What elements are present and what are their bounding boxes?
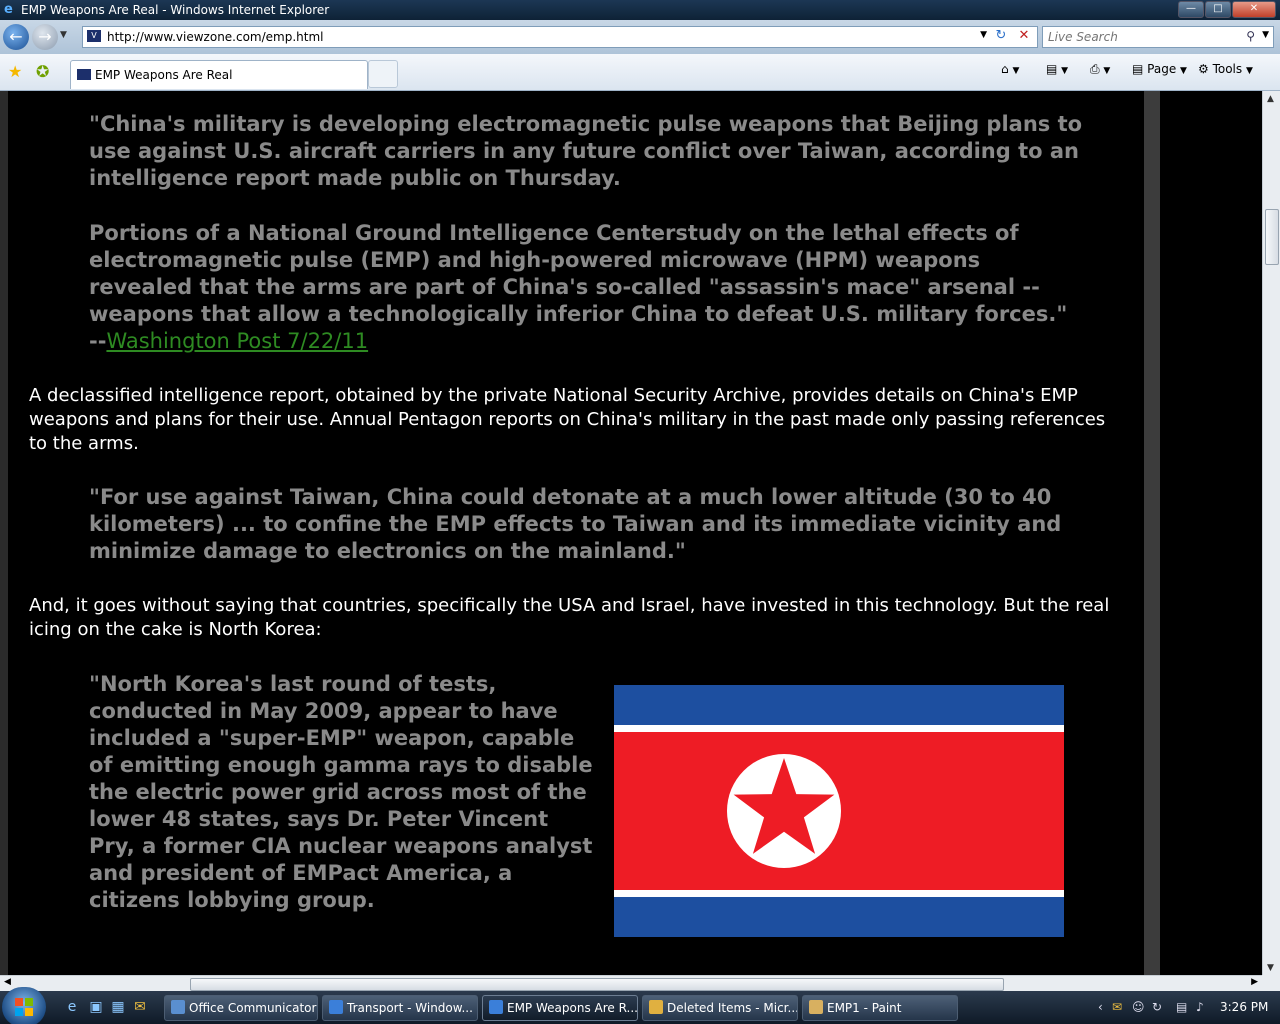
scroll-down-icon[interactable]: ▼ (1267, 963, 1274, 973)
forward-button[interactable]: → (32, 24, 58, 50)
tray-communicator-icon[interactable]: ☺ (1132, 1000, 1145, 1014)
vertical-scroll-thumb[interactable] (1265, 209, 1279, 265)
taskbar-item-emp-weapons[interactable]: EMP Weapons Are R... (482, 995, 638, 1021)
new-tab-button[interactable] (368, 60, 398, 88)
quicklaunch-switch-windows-icon[interactable]: ▦ (110, 999, 126, 1015)
windows-logo-icon (15, 998, 33, 1016)
scroll-left-icon[interactable]: ◀ (4, 977, 11, 987)
back-button[interactable]: ← (3, 24, 29, 50)
search-box[interactable]: ⚲ ▼ (1042, 26, 1274, 48)
print-icon[interactable]: ⎙ ▼ (1090, 62, 1110, 77)
north-korea-flag-image (614, 685, 1064, 937)
quicklaunch-desktop-icon[interactable]: ▣ (88, 999, 104, 1015)
tray-expand-icon[interactable]: ‹ (1098, 1000, 1103, 1014)
quote-taiwan-altitude: "For use against Taiwan, China could det… (89, 485, 1062, 563)
search-input[interactable] (1046, 29, 1246, 45)
taskbar-item-label: Office Communicator (189, 1001, 317, 1015)
search-icon[interactable]: ⚲ (1246, 29, 1255, 43)
page-menu[interactable]: ▤ Page ▼ (1132, 62, 1187, 76)
horizontal-scroll-thumb[interactable] (190, 978, 1004, 991)
close-button[interactable]: ✕ (1232, 1, 1276, 18)
recent-pages-dropdown-icon[interactable]: ▼ (60, 30, 67, 40)
address-dropdown-icon[interactable]: ▼ (980, 30, 987, 40)
tray-sync-icon[interactable]: ↻ (1152, 1000, 1162, 1014)
tools-menu-label: Tools (1212, 62, 1243, 76)
taskbar-item-label: Transport - Window... (347, 1001, 473, 1015)
page-menu-label: Page (1147, 62, 1177, 76)
navigation-bar: ← → ▼ V http://www.viewzone.com/emp.html… (0, 20, 1280, 54)
start-button[interactable] (2, 987, 46, 1024)
search-options-dropdown-icon[interactable]: ▼ (1262, 30, 1269, 40)
stop-icon[interactable]: ✕ (1015, 28, 1033, 45)
window-controls: — □ ✕ (1177, 1, 1276, 18)
maximize-button[interactable]: □ (1205, 1, 1231, 18)
quote-north-korea: "North Korea's last round of tests, cond… (89, 672, 593, 912)
taskbar-item-paint[interactable]: EMP1 - Paint (802, 995, 958, 1021)
ie-icon: e (4, 2, 13, 17)
ie-icon (329, 1000, 343, 1014)
scroll-right-icon[interactable]: ▶ (1251, 977, 1258, 987)
washington-post-link[interactable]: Washington Post 7/22/11 (106, 329, 368, 353)
quote-ngic-study: Portions of a National Ground Intelligen… (89, 220, 1079, 355)
taskbar: e ▣ ▦ ✉ Office Communicator Transport - … (0, 987, 1280, 1024)
vertical-scrollbar[interactable]: ▲ ▼ (1262, 91, 1280, 975)
window-title-bar: e EMP Weapons Are Real - Windows Interne… (0, 0, 1280, 20)
tray-volume-icon[interactable]: ♪ (1196, 1000, 1204, 1014)
window-title: EMP Weapons Are Real - Windows Internet … (21, 3, 330, 17)
system-tray: ‹ ✉ ☺ ↻ ▤ ♪ 3:26 PM (1096, 991, 1280, 1024)
scroll-up-icon[interactable]: ▲ (1267, 94, 1274, 104)
paragraph-usa-israel: And, it goes without saying that countri… (29, 595, 1110, 640)
add-favorites-icon[interactable]: ✪ (36, 62, 49, 81)
address-bar[interactable]: V http://www.viewzone.com/emp.html ▼ ↻ ✕ (82, 26, 1038, 48)
taskbar-item-label: EMP Weapons Are R... (507, 1001, 638, 1015)
tab-label: EMP Weapons Are Real (95, 68, 233, 82)
refresh-icon[interactable]: ↻ (992, 28, 1010, 45)
tab-command-bar: ★ ✪ EMP Weapons Are Real ⌂ ▼ ▤ ▼ ⎙ ▼ ▤ P… (0, 54, 1280, 91)
page-viewport: "China's military is developing electrom… (0, 91, 1262, 975)
left-gutter (0, 91, 8, 975)
feeds-icon[interactable]: ▤ ▼ (1046, 62, 1068, 76)
taskbar-item-label: Deleted Items - Micr... (667, 1001, 798, 1015)
paint-icon (809, 1000, 823, 1014)
tools-menu[interactable]: ⚙ Tools ▼ (1198, 62, 1253, 76)
tab-favicon-icon (77, 69, 91, 80)
taskbar-item-deleted-items[interactable]: Deleted Items - Micr... (642, 995, 798, 1021)
taskbar-item-office-communicator[interactable]: Office Communicator (164, 995, 318, 1021)
tab-emp-weapons[interactable]: EMP Weapons Are Real (70, 60, 368, 89)
right-border-bar (1144, 91, 1160, 975)
taskbar-clock[interactable]: 3:26 PM (1220, 1000, 1268, 1014)
taskbar-item-transport[interactable]: Transport - Window... (322, 995, 478, 1021)
right-page-margin (1160, 91, 1262, 975)
quote-china-military: "China's military is developing electrom… (89, 112, 1083, 190)
home-icon[interactable]: ⌂ ▼ (1001, 62, 1019, 76)
address-url[interactable]: http://www.viewzone.com/emp.html (107, 30, 324, 44)
paragraph-declassified-report: A declassified intelligence report, obta… (29, 385, 1106, 454)
horizontal-scrollbar[interactable]: ◀ ▶ (0, 975, 1262, 992)
communicator-icon (171, 1000, 185, 1014)
quicklaunch-outlook-icon[interactable]: ✉ (132, 999, 148, 1015)
tray-network-icon[interactable]: ▤ (1176, 1000, 1187, 1014)
minimize-button[interactable]: — (1178, 1, 1204, 18)
scrollbar-corner (1262, 975, 1280, 991)
favorites-center-icon[interactable]: ★ (8, 62, 22, 81)
site-favicon-icon: V (87, 30, 101, 42)
ie-icon (489, 1000, 503, 1014)
tray-outlook-icon[interactable]: ✉ (1112, 1000, 1122, 1014)
quicklaunch-ie-icon[interactable]: e (64, 999, 80, 1015)
taskbar-item-label: EMP1 - Paint (827, 1001, 902, 1015)
outlook-icon (649, 1000, 663, 1014)
